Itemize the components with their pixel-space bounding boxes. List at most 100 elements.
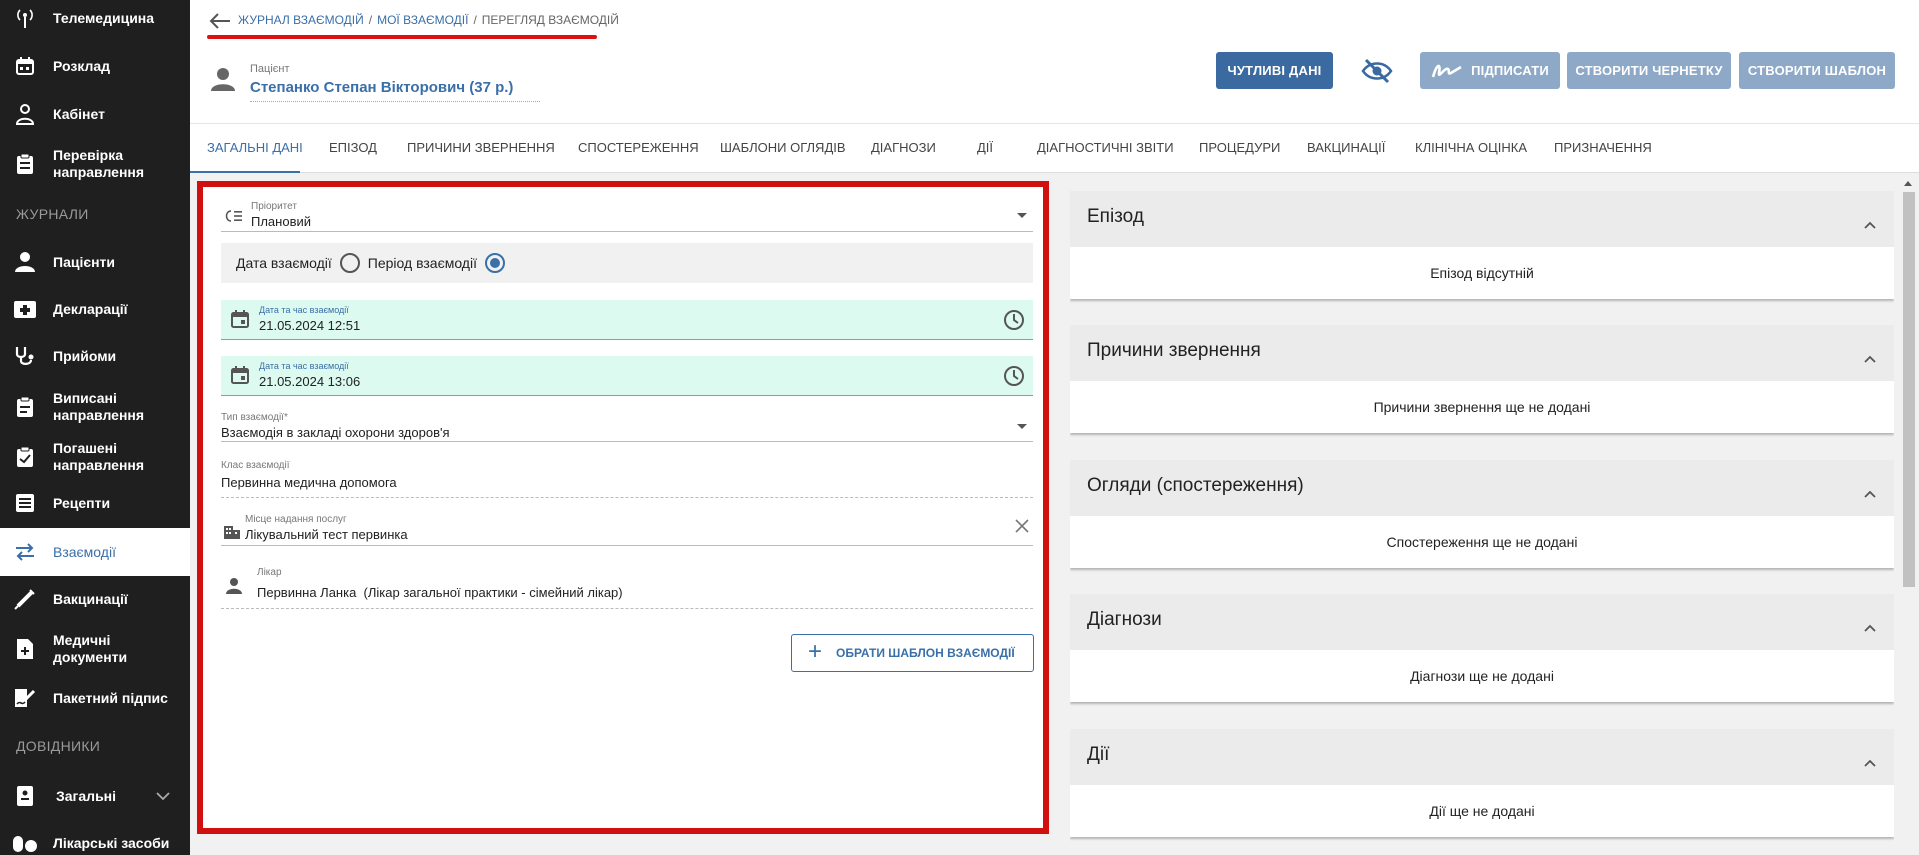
sensitive-data-button[interactable]: ЧУТЛИВІ ДАНІ bbox=[1216, 52, 1333, 89]
sidebar-item-encounters[interactable]: Взаємодії bbox=[0, 528, 190, 576]
chevron-up-icon[interactable] bbox=[1864, 616, 1876, 632]
start-datetime-field[interactable]: Дата та час взаємодії 21.05.2024 12:51 bbox=[221, 300, 1033, 340]
accordion-header[interactable]: Причини звернення bbox=[1070, 325, 1894, 381]
accordion-empty-text: Дії ще не додані bbox=[1070, 785, 1894, 837]
dropdown-caret-icon bbox=[1017, 213, 1027, 218]
sidebar-item-issued-referrals[interactable]: Виписані направлення bbox=[0, 387, 190, 427]
scroll-up-icon[interactable] bbox=[1904, 181, 1912, 186]
tab-clinical-assessment[interactable]: КЛІНІЧНА ОЦІНКА bbox=[1415, 140, 1527, 155]
accordion-header[interactable]: Діагнози bbox=[1070, 594, 1894, 650]
dropdown-caret-icon bbox=[1017, 424, 1027, 429]
sidebar-item-telemedicine[interactable]: Телемедицина bbox=[0, 2, 190, 34]
person-icon bbox=[225, 577, 243, 600]
encounter-date-mode: Дата взаємодії Період взаємодії bbox=[221, 243, 1033, 283]
encounter-form: Пріоритет Плановий Дата взаємодії Період… bbox=[197, 181, 1049, 834]
pills-icon bbox=[12, 830, 38, 855]
priority-select[interactable]: Пріоритет Плановий bbox=[221, 199, 1033, 232]
document-plus-icon bbox=[12, 636, 38, 662]
radio-date[interactable] bbox=[339, 253, 360, 273]
chevron-up-icon[interactable] bbox=[1864, 213, 1876, 229]
sidebar-item-redeemed-referrals[interactable]: Погашені направлення bbox=[0, 437, 190, 477]
clear-icon[interactable] bbox=[1015, 519, 1029, 538]
swap-arrows-icon bbox=[12, 539, 38, 565]
tab-episode[interactable]: ЕПІЗОД bbox=[329, 140, 377, 155]
chevron-up-icon[interactable] bbox=[1864, 347, 1876, 363]
clock-icon[interactable] bbox=[1003, 365, 1025, 387]
sidebar-item-referral-check[interactable]: Перевірка направлення bbox=[0, 144, 190, 184]
tab-actions[interactable]: ДІЇ bbox=[977, 140, 993, 155]
service-location-field[interactable]: Місце надання послуг Лікувальний тест пе… bbox=[221, 512, 1033, 546]
sidebar-item-general[interactable]: Загальні bbox=[0, 780, 190, 812]
section-journals: ЖУРНАЛИ bbox=[16, 206, 89, 222]
accordion-empty-text: Причини звернення ще не додані bbox=[1070, 381, 1894, 433]
tab-reasons[interactable]: ПРИЧИНИ ЗВЕРНЕННЯ bbox=[407, 140, 555, 155]
sidebar-item-patients[interactable]: Пацієнти bbox=[0, 246, 190, 278]
radio-date-label: Дата взаємодії bbox=[236, 255, 332, 271]
accordion-header[interactable]: Дії bbox=[1070, 729, 1894, 785]
breadcrumb-separator: / bbox=[473, 13, 477, 27]
sidebar-item-schedule[interactable]: Розклад bbox=[0, 50, 190, 82]
breadcrumb-separator: / bbox=[368, 13, 373, 27]
clipboard-icon bbox=[12, 394, 38, 420]
sign-button[interactable]: ПІДПИСАТИ bbox=[1420, 52, 1560, 89]
sidebar-item-medicines[interactable]: Лікарські засоби bbox=[0, 827, 190, 855]
plus-icon: + bbox=[808, 638, 823, 665]
patient-label: Пацієнт bbox=[250, 63, 290, 75]
chevron-up-icon[interactable] bbox=[1864, 482, 1876, 498]
priority-label: Пріоритет bbox=[251, 201, 297, 212]
chevron-down-icon[interactable] bbox=[156, 788, 170, 804]
tab-exam-templates[interactable]: ШАБЛОНИ ОГЛЯДІВ bbox=[720, 140, 846, 155]
eye-off-icon[interactable] bbox=[1360, 57, 1394, 85]
tab-prescriptions[interactable]: ПРИЗНАЧЕННЯ bbox=[1554, 140, 1652, 155]
create-draft-button[interactable]: СТВОРИТИ ЧЕРНЕТКУ bbox=[1567, 52, 1731, 89]
scrollbar-thumb[interactable] bbox=[1903, 192, 1915, 587]
service-location-value: Лікувальний тест первинка bbox=[245, 527, 408, 542]
clipboard-check-icon bbox=[12, 151, 38, 177]
breadcrumb-encounters-journal[interactable]: ЖУРНАЛ ВЗАЄМОДІЙ bbox=[238, 13, 364, 27]
tab-diagnostic-reports[interactable]: ДІАГНОСТИЧНІ ЗВІТИ bbox=[1037, 140, 1174, 155]
choose-template-button[interactable]: + ОБРАТИ ШАБЛОН ВЗАЄМОДІЇ bbox=[791, 634, 1034, 672]
accordion-empty-text: Діагнози ще не додані bbox=[1070, 650, 1894, 702]
doctor-value: Первинна Ланка (Лікар загальної практики… bbox=[257, 585, 623, 600]
tab-vaccinations[interactable]: ВАКЦИНАЦІЇ bbox=[1307, 140, 1385, 155]
sidebar-item-appointments[interactable]: Прийоми bbox=[0, 340, 190, 372]
create-template-button[interactable]: СТВОРИТИ ШАБЛОН bbox=[1739, 52, 1895, 89]
tab-observations[interactable]: СПОСТЕРЕЖЕННЯ bbox=[578, 140, 699, 155]
encounter-type-label: Тип взаємодії* bbox=[221, 412, 288, 423]
radio-period-label: Період взаємодії bbox=[367, 255, 477, 271]
back-arrow-icon[interactable] bbox=[208, 11, 232, 31]
accordion-header[interactable]: Епізод bbox=[1070, 191, 1894, 247]
clock-icon[interactable] bbox=[1003, 309, 1025, 331]
breadcrumb-my-encounters[interactable]: МОЇ ВЗАЄМОДІЇ bbox=[377, 13, 468, 27]
sidebar-item-prescriptions[interactable]: Рецепти bbox=[0, 487, 190, 519]
choose-template-label: ОБРАТИ ШАБЛОН ВЗАЄМОДІЇ bbox=[836, 646, 1015, 660]
doctor-label: Лікар bbox=[257, 567, 282, 578]
syringe-icon bbox=[12, 586, 38, 612]
sidebar-item-batch-sign[interactable]: Пакетний підпис bbox=[0, 682, 190, 714]
doctor-icon bbox=[12, 101, 38, 127]
sign-document-icon bbox=[12, 685, 38, 711]
tab-procedures[interactable]: ПРОЦЕДУРИ bbox=[1199, 140, 1280, 155]
accordion-actions: Дії Дії ще не додані bbox=[1070, 729, 1894, 837]
active-tab-indicator bbox=[190, 171, 300, 173]
page-header: ЖУРНАЛ ВЗАЄМОДІЙ / МОЇ ВЗАЄМОДІЇ / ПЕРЕГЛЯД … bbox=[190, 0, 1919, 123]
accordion-observations: Огляди (спостереження) Спостереження ще … bbox=[1070, 460, 1894, 568]
sidebar-item-medical-documents[interactable]: Медичні документи bbox=[0, 629, 190, 669]
chevron-up-icon[interactable] bbox=[1864, 751, 1876, 767]
radio-period[interactable] bbox=[484, 253, 505, 273]
accordion-diagnoses: Діагнози Діагнози ще не додані bbox=[1070, 594, 1894, 702]
sidebar-item-cabinet[interactable]: Кабінет bbox=[0, 98, 190, 130]
accordion-header[interactable]: Огляди (спостереження) bbox=[1070, 460, 1894, 516]
sidebar-item-vaccinations[interactable]: Вакцинації bbox=[0, 583, 190, 615]
clipboard-done-icon bbox=[12, 444, 38, 470]
start-datetime-label: Дата та час взаємодії bbox=[259, 305, 349, 315]
tab-diagnoses[interactable]: ДІАГНОЗИ bbox=[871, 140, 936, 155]
encounter-type-value: Взаємодія в закладі охорони здоров'я bbox=[221, 425, 450, 440]
encounter-type-select[interactable]: Тип взаємодії* Взаємодія в закладі охоро… bbox=[221, 410, 1033, 442]
person-icon bbox=[12, 249, 38, 275]
end-datetime-field[interactable]: Дата та час взаємодії 21.05.2024 13:06 bbox=[221, 356, 1033, 396]
sidebar-item-declarations[interactable]: Декларації bbox=[0, 293, 190, 325]
priority-value: Плановий bbox=[251, 214, 311, 229]
patient-name[interactable]: Степанко Степан Вікторович (37 р.) bbox=[250, 79, 540, 102]
tab-general[interactable]: ЗАГАЛЬНІ ДАНІ bbox=[207, 140, 303, 155]
